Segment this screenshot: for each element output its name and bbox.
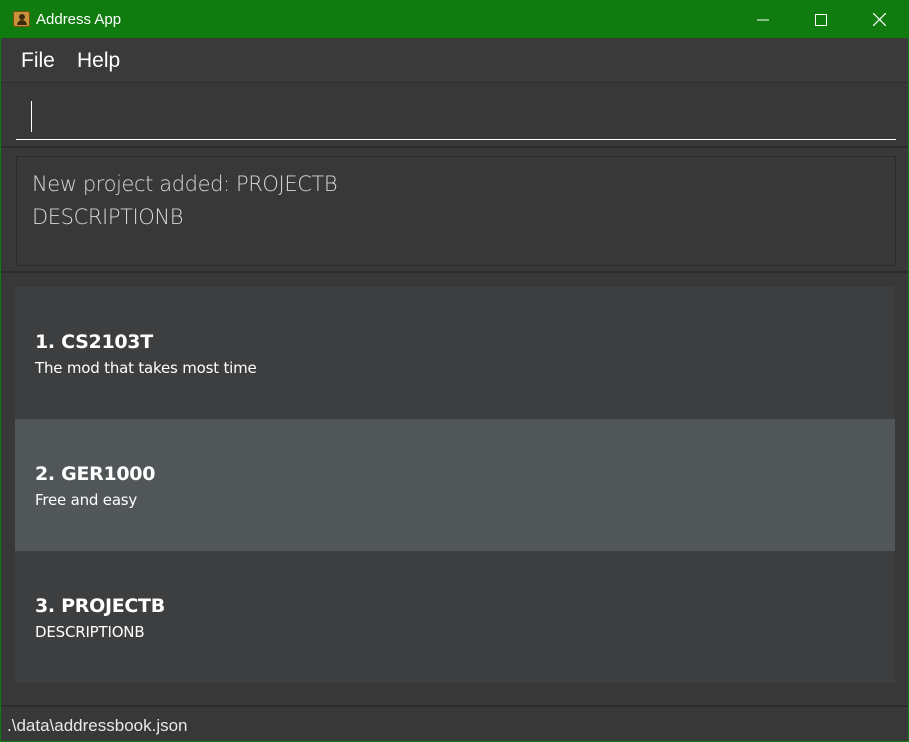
title-bar[interactable]: Address App <box>1 1 908 38</box>
maximize-icon <box>815 13 827 26</box>
text-caret <box>31 101 32 132</box>
result-display-pane: New project added: PROJECTB DESCRIPTIONB <box>1 149 908 273</box>
result-message: New project added: PROJECTB DESCRIPTIONB <box>32 172 338 229</box>
status-bar: .\data\addressbook.json <box>1 705 908 741</box>
project-card[interactable]: 1. CS2103T The mod that takes most time <box>15 287 895 419</box>
project-card-selected[interactable]: 2. GER1000 Free and easy <box>15 419 895 551</box>
save-file-path: .\data\addressbook.json <box>7 716 188 735</box>
close-button[interactable] <box>850 1 908 38</box>
command-input[interactable] <box>16 94 896 140</box>
app-window: Address App File Help New project added: <box>0 0 909 742</box>
minimize-button[interactable] <box>734 1 792 38</box>
project-card[interactable]: 3. PROJECTB DESCRIPTIONB <box>15 551 895 683</box>
project-description: Free and easy <box>35 491 138 509</box>
maximize-button[interactable] <box>792 1 850 38</box>
result-display[interactable]: New project added: PROJECTB DESCRIPTIONB <box>16 156 896 266</box>
menu-help[interactable]: Help <box>77 49 120 73</box>
menu-file[interactable]: File <box>21 49 55 73</box>
close-icon <box>872 13 886 26</box>
project-title: 2. GER1000 <box>35 463 156 485</box>
project-description: DESCRIPTIONB <box>35 623 145 641</box>
contact-book-icon <box>13 11 30 27</box>
command-box <box>1 84 908 148</box>
minimize-icon <box>757 19 769 20</box>
window-title: Address App <box>36 11 122 28</box>
project-title: 3. PROJECTB <box>35 595 165 617</box>
project-description: The mod that takes most time <box>35 359 257 377</box>
menu-bar: File Help <box>1 38 908 83</box>
project-list[interactable]: 1. CS2103T The mod that takes most time … <box>1 275 908 705</box>
project-title: 1. CS2103T <box>35 331 153 353</box>
